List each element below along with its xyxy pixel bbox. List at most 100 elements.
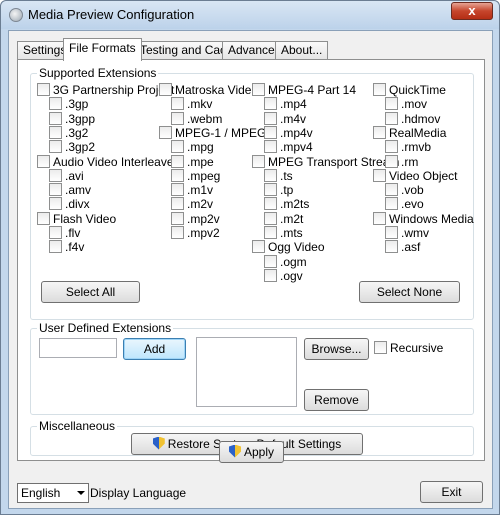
checkbox-box[interactable] bbox=[385, 111, 398, 125]
checkbox-mts[interactable]: .mts bbox=[264, 226, 303, 240]
checkbox-mpeg-4-part-14[interactable]: MPEG-4 Part 14 bbox=[252, 83, 356, 97]
checkbox-box[interactable] bbox=[49, 111, 62, 125]
checkbox-box[interactable] bbox=[373, 125, 386, 139]
checkbox-hdmov[interactable]: .hdmov bbox=[385, 111, 440, 126]
checkbox-box[interactable] bbox=[385, 183, 398, 197]
language-select[interactable]: English bbox=[17, 483, 89, 503]
checkbox-avi[interactable]: .avi bbox=[49, 168, 84, 183]
checkbox-box[interactable] bbox=[49, 140, 62, 154]
checkbox-m2t[interactable]: .m2t bbox=[264, 211, 303, 226]
checkbox-3g-partnership-project[interactable]: 3G Partnership Project bbox=[37, 83, 174, 97]
checkbox-mpe[interactable]: .mpe bbox=[171, 154, 214, 169]
checkbox-box[interactable] bbox=[171, 197, 184, 211]
checkbox-m2ts[interactable]: .m2ts bbox=[264, 197, 309, 211]
recursive-checkbox[interactable]: Recursive bbox=[374, 341, 443, 355]
select-none-button[interactable]: Select None bbox=[359, 281, 460, 303]
checkbox-box[interactable] bbox=[385, 197, 398, 211]
checkbox-box[interactable] bbox=[385, 154, 398, 168]
checkbox-asf[interactable]: .asf bbox=[385, 240, 420, 254]
checkbox-realmedia[interactable]: RealMedia bbox=[373, 125, 446, 140]
tab-about[interactable]: About... bbox=[275, 41, 329, 60]
checkbox-box[interactable] bbox=[171, 154, 184, 168]
checkbox-box[interactable] bbox=[264, 111, 277, 125]
checkbox-box[interactable] bbox=[159, 83, 172, 96]
checkbox-box[interactable] bbox=[37, 83, 50, 96]
checkbox-box[interactable] bbox=[49, 168, 62, 182]
checkbox-mp4[interactable]: .mp4 bbox=[264, 97, 307, 111]
checkbox-wmv[interactable]: .wmv bbox=[385, 226, 429, 240]
add-button[interactable]: Add bbox=[123, 338, 186, 360]
checkbox-box[interactable] bbox=[374, 341, 387, 354]
checkbox-m4v[interactable]: .m4v bbox=[264, 111, 306, 126]
checkbox-mpeg-transport-stream[interactable]: MPEG Transport Stream bbox=[252, 154, 399, 169]
checkbox-box[interactable] bbox=[385, 240, 398, 254]
checkbox-box[interactable] bbox=[373, 168, 386, 182]
checkbox-box[interactable] bbox=[264, 125, 277, 139]
checkbox-audio-video-interleaved[interactable]: Audio Video Interleaved bbox=[37, 154, 180, 169]
tab-file-formats[interactable]: File Formats bbox=[63, 38, 142, 61]
checkbox-box[interactable] bbox=[385, 226, 398, 239]
checkbox-box[interactable] bbox=[264, 197, 277, 211]
apply-button[interactable]: Apply bbox=[219, 441, 284, 463]
checkbox-box[interactable] bbox=[385, 97, 398, 111]
checkbox-box[interactable] bbox=[49, 183, 62, 197]
checkbox-box[interactable] bbox=[264, 226, 277, 239]
checkbox-mpeg[interactable]: .mpeg bbox=[171, 168, 220, 183]
extension-input[interactable] bbox=[39, 338, 117, 358]
checkbox-box[interactable] bbox=[264, 97, 277, 111]
checkbox-mpg[interactable]: .mpg bbox=[171, 140, 214, 154]
remove-button[interactable]: Remove bbox=[304, 389, 369, 411]
checkbox-box[interactable] bbox=[37, 211, 50, 225]
exit-button[interactable]: Exit bbox=[420, 481, 483, 503]
checkbox-mp4v[interactable]: .mp4v bbox=[264, 125, 313, 140]
checkbox-quicktime[interactable]: QuickTime bbox=[373, 83, 446, 97]
checkbox-mpv2[interactable]: .mpv2 bbox=[171, 226, 220, 240]
checkbox-flash-video[interactable]: Flash Video bbox=[37, 211, 116, 226]
checkbox-box[interactable] bbox=[49, 197, 62, 211]
checkbox-ogv[interactable]: .ogv bbox=[264, 268, 303, 283]
checkbox-ts[interactable]: .ts bbox=[264, 168, 293, 183]
checkbox-evo[interactable]: .evo bbox=[385, 197, 424, 211]
checkbox-box[interactable] bbox=[171, 168, 184, 182]
checkbox-m1v[interactable]: .m1v bbox=[171, 183, 213, 197]
checkbox-box[interactable] bbox=[171, 226, 184, 239]
checkbox-box[interactable] bbox=[171, 211, 184, 225]
checkbox-box[interactable] bbox=[252, 240, 265, 254]
checkbox-flv[interactable]: .flv bbox=[49, 226, 80, 240]
checkbox-box[interactable] bbox=[49, 97, 62, 111]
checkbox-box[interactable] bbox=[264, 268, 277, 282]
checkbox-ogg-video[interactable]: Ogg Video bbox=[252, 240, 325, 254]
checkbox-3gp2[interactable]: .3gp2 bbox=[49, 140, 95, 154]
checkbox-box[interactable] bbox=[264, 168, 277, 182]
checkbox-webm[interactable]: .webm bbox=[171, 111, 222, 126]
checkbox-mov[interactable]: .mov bbox=[385, 97, 427, 111]
checkbox-rmvb[interactable]: .rmvb bbox=[385, 140, 431, 154]
extensions-listbox[interactable] bbox=[196, 337, 297, 407]
checkbox-box[interactable] bbox=[373, 211, 386, 225]
checkbox-box[interactable] bbox=[171, 140, 184, 154]
browse-button[interactable]: Browse... bbox=[304, 338, 369, 360]
checkbox-f4v[interactable]: .f4v bbox=[49, 240, 84, 254]
checkbox-divx[interactable]: .divx bbox=[49, 197, 90, 211]
close-button[interactable]: x bbox=[451, 2, 493, 20]
checkbox-box[interactable] bbox=[264, 254, 277, 268]
checkbox-box[interactable] bbox=[49, 226, 62, 239]
checkbox-mpv4[interactable]: .mpv4 bbox=[264, 140, 313, 154]
checkbox-box[interactable] bbox=[171, 183, 184, 197]
checkbox-box[interactable] bbox=[252, 154, 265, 168]
checkbox-video-object[interactable]: Video Object bbox=[373, 168, 458, 183]
checkbox-m2v[interactable]: .m2v bbox=[171, 197, 213, 211]
checkbox-3gp[interactable]: .3gp bbox=[49, 97, 88, 111]
checkbox-box[interactable] bbox=[49, 125, 62, 139]
checkbox-box[interactable] bbox=[264, 183, 277, 197]
checkbox-mp2v[interactable]: .mp2v bbox=[171, 211, 220, 226]
checkbox-box[interactable] bbox=[171, 97, 184, 111]
checkbox-3g2[interactable]: .3g2 bbox=[49, 125, 88, 140]
checkbox-mpeg-1-mpeg-2[interactable]: MPEG-1 / MPEG-2 bbox=[159, 125, 277, 140]
checkbox-amv[interactable]: .amv bbox=[49, 183, 91, 197]
checkbox-box[interactable] bbox=[171, 111, 184, 125]
checkbox-box[interactable] bbox=[252, 83, 265, 96]
checkbox-windows-media[interactable]: Windows Media bbox=[373, 211, 474, 226]
checkbox-ogm[interactable]: .ogm bbox=[264, 254, 307, 269]
title-bar[interactable]: Media Preview Configuration x bbox=[1, 1, 499, 29]
